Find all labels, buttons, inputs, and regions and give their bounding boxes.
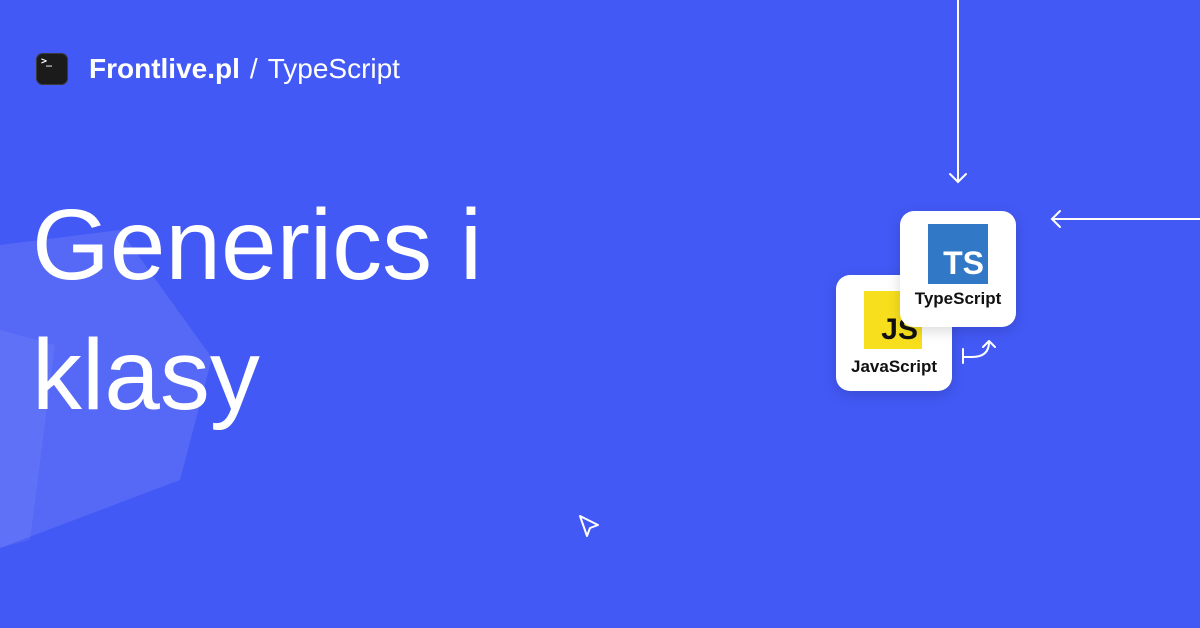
- cursor-icon: [579, 515, 599, 537]
- banner: >_ Frontlive.pl / TypeScript Generics i …: [0, 0, 1200, 628]
- decorative-lines: [579, 0, 1200, 537]
- curved-arrow-icon: [962, 340, 996, 364]
- typescript-label: TypeScript: [914, 289, 1002, 308]
- arrow-down-icon: [949, 0, 967, 184]
- typescript-logo-icon: TS: [928, 224, 988, 284]
- arrow-left-icon: [1050, 210, 1200, 228]
- javascript-label: JavaScript: [851, 357, 937, 376]
- typescript-card: TS TypeScript: [900, 211, 1016, 327]
